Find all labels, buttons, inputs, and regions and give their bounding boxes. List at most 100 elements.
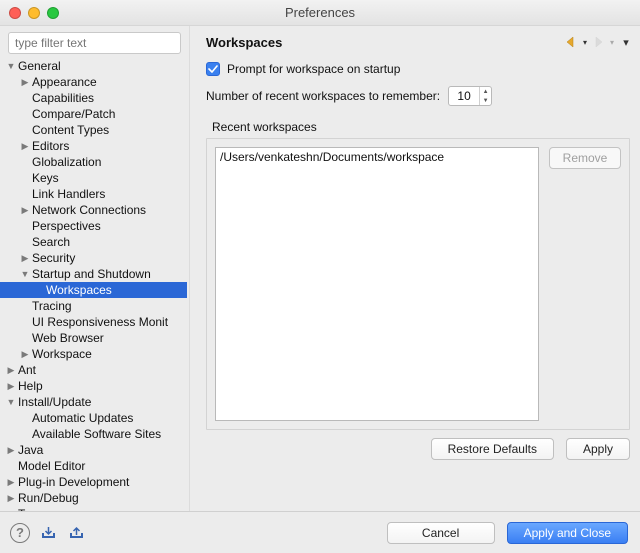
tree-item-label: Startup and Shutdown — [30, 266, 153, 282]
tree-item[interactable]: ▼General — [0, 58, 187, 74]
import-icon[interactable] — [40, 525, 58, 541]
tree-item-label: Keys — [30, 170, 61, 186]
tree-item[interactable]: ▶Workspaces — [0, 282, 187, 298]
window-body: ▼General▶Appearance▶Capabilities▶Compare… — [0, 26, 640, 511]
export-icon[interactable] — [68, 525, 86, 541]
tree-item[interactable]: ▶Perspectives — [0, 218, 187, 234]
tree-item[interactable]: ▶Security — [0, 250, 187, 266]
tree-item-label: UI Responsiveness Monit — [30, 314, 170, 330]
content-footer: Restore Defaults Apply — [206, 438, 630, 460]
tree-item[interactable]: ▶UI Responsiveness Monit — [0, 314, 187, 330]
zoom-icon[interactable] — [47, 7, 59, 19]
close-icon[interactable] — [9, 7, 21, 19]
tree-item[interactable]: ▶Run/Debug — [0, 490, 187, 506]
tree-item-label: Automatic Updates — [30, 410, 135, 426]
tree-item-label: Run/Debug — [16, 490, 81, 506]
apply-button[interactable]: Apply — [566, 438, 630, 460]
tree-item-label: Java — [16, 442, 45, 458]
tree-item-label: Web Browser — [30, 330, 106, 346]
history-back-menu-icon[interactable]: ▾ — [581, 38, 589, 47]
tree-item-label: Security — [30, 250, 77, 266]
prompt-checkbox[interactable] — [206, 62, 220, 76]
chevron-down-icon[interactable]: ▼ — [6, 394, 16, 410]
preferences-tree[interactable]: ▼General▶Appearance▶Capabilities▶Compare… — [0, 58, 189, 511]
tree-item-label: Network Connections — [30, 202, 148, 218]
tree-item[interactable]: ▶Workspace — [0, 346, 187, 362]
history-forward-icon — [591, 35, 607, 49]
cancel-button[interactable]: Cancel — [387, 522, 495, 544]
prompt-checkbox-row[interactable]: Prompt for workspace on startup — [206, 62, 630, 76]
bottom-bar: ? Cancel Apply and Close — [0, 511, 640, 553]
tree-item-label: Content Types — [30, 122, 111, 138]
chevron-right-icon[interactable]: ▶ — [6, 442, 16, 458]
tree-item[interactable]: ▶Capabilities — [0, 90, 187, 106]
chevron-right-icon[interactable]: ▶ — [20, 250, 30, 266]
tree-item-label: General — [16, 58, 63, 74]
list-item[interactable]: /Users/venkateshn/Documents/workspace — [220, 150, 534, 164]
tree-item[interactable]: ▶Compare/Patch — [0, 106, 187, 122]
tree-item[interactable]: ▶Ant — [0, 362, 187, 378]
tree-item[interactable]: ▶Java — [0, 442, 187, 458]
recent-count-spinner[interactable]: 10 ▲ ▼ — [448, 86, 492, 106]
tree-item[interactable]: ▶Network Connections — [0, 202, 187, 218]
tree-item-label: Appearance — [30, 74, 99, 90]
tree-item[interactable]: ▶Help — [0, 378, 187, 394]
section-title: Workspaces — [206, 35, 282, 50]
restore-defaults-button[interactable]: Restore Defaults — [431, 438, 554, 460]
chevron-right-icon[interactable]: ▶ — [20, 202, 30, 218]
tree-item[interactable]: ▶Plug-in Development — [0, 474, 187, 490]
minimize-icon[interactable] — [28, 7, 40, 19]
tree-item[interactable]: ▶Automatic Updates — [0, 410, 187, 426]
tree-item-label: Help — [16, 378, 45, 394]
filter-input[interactable] — [8, 32, 181, 54]
tree-item[interactable]: ▶Search — [0, 234, 187, 250]
view-menu-icon[interactable]: ▾ — [622, 36, 630, 49]
tree-item-label: Plug-in Development — [16, 474, 131, 490]
chevron-right-icon[interactable]: ▶ — [20, 74, 30, 90]
window-title: Preferences — [0, 5, 640, 20]
tree-item-label: Perspectives — [30, 218, 103, 234]
chevron-down-icon[interactable]: ▼ — [20, 266, 30, 282]
history-back-icon[interactable] — [564, 35, 580, 49]
tree-item-label: Model Editor — [16, 458, 87, 474]
tree-item[interactable]: ▶Model Editor — [0, 458, 187, 474]
apply-and-close-button[interactable]: Apply and Close — [507, 522, 628, 544]
chevron-down-icon[interactable]: ▼ — [6, 58, 16, 74]
tree-item-label: Editors — [30, 138, 71, 154]
content-pane: Workspaces ▾ ▾ ▾ Prompt for workspace on — [190, 26, 640, 511]
stepper-up-icon[interactable]: ▲ — [480, 87, 491, 96]
tree-item-label: Install/Update — [16, 394, 93, 410]
recent-workspaces-list[interactable]: /Users/venkateshn/Documents/workspace — [215, 147, 539, 421]
tree-item[interactable]: ▼Install/Update — [0, 394, 187, 410]
chevron-right-icon[interactable]: ▶ — [6, 490, 16, 506]
chevron-right-icon[interactable]: ▶ — [6, 362, 16, 378]
stepper-down-icon[interactable]: ▼ — [480, 96, 491, 105]
tree-item-label: Workspaces — [44, 282, 114, 298]
tree-item[interactable]: ▶Editors — [0, 138, 187, 154]
chevron-right-icon[interactable]: ▶ — [6, 474, 16, 490]
tree-item-label: Ant — [16, 362, 38, 378]
tree-item[interactable]: ▶Keys — [0, 170, 187, 186]
titlebar: Preferences — [0, 0, 640, 26]
chevron-right-icon[interactable]: ▶ — [20, 346, 30, 362]
history-forward-menu-icon: ▾ — [608, 38, 616, 47]
tree-item[interactable]: ▶Available Software Sites — [0, 426, 187, 442]
form: Prompt for workspace on startup Number o… — [206, 58, 630, 466]
tree-item[interactable]: ▼Startup and Shutdown — [0, 266, 187, 282]
tree-item[interactable]: ▶Appearance — [0, 74, 187, 90]
chevron-right-icon[interactable]: ▶ — [20, 138, 30, 154]
recent-count-value[interactable]: 10 — [449, 87, 479, 105]
tree-item[interactable]: ▶Web Browser — [0, 330, 187, 346]
help-icon[interactable]: ? — [10, 523, 30, 543]
tree-item[interactable]: ▶Tracing — [0, 298, 187, 314]
preferences-window: Preferences ▼General▶Appearance▶Capabili… — [0, 0, 640, 553]
tree-item[interactable]: ▶Globalization — [0, 154, 187, 170]
tree-item-label: Available Software Sites — [30, 426, 163, 442]
recent-workspaces-group: /Users/venkateshn/Documents/workspace Re… — [206, 138, 630, 430]
recent-workspaces-label: Recent workspaces — [212, 120, 630, 134]
tree-item[interactable]: ▶Link Handlers — [0, 186, 187, 202]
window-controls — [9, 7, 59, 19]
tree-item[interactable]: ▶Content Types — [0, 122, 187, 138]
tree-item-label: Tracing — [30, 298, 74, 314]
chevron-right-icon[interactable]: ▶ — [6, 378, 16, 394]
